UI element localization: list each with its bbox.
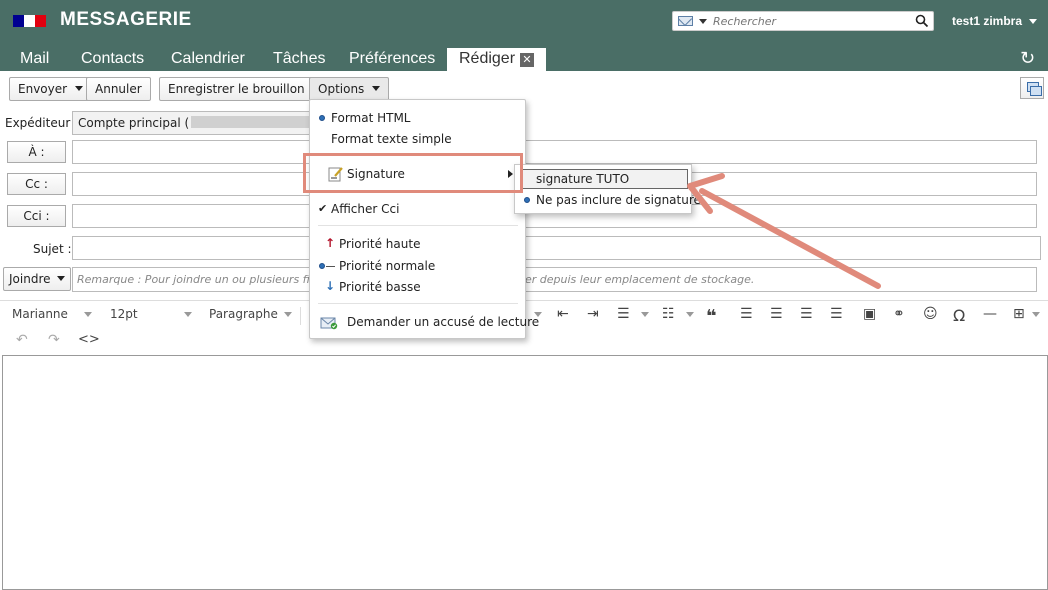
tutorial-arrow-icon (687, 173, 881, 289)
